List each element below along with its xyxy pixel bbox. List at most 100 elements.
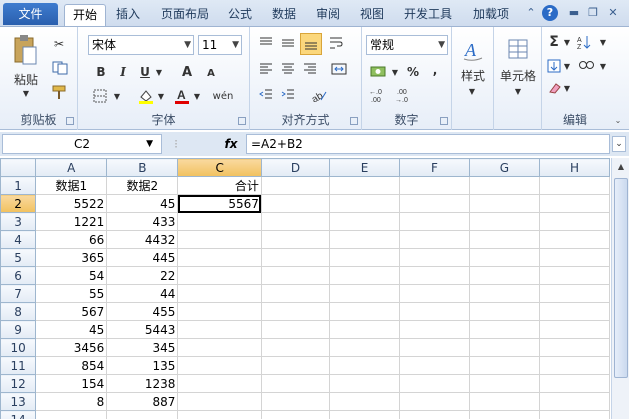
borders-icon[interactable]	[90, 87, 110, 105]
cell-f3[interactable]	[398, 212, 470, 231]
clear-icon[interactable]	[546, 79, 562, 97]
clear-dropdown-icon[interactable]: ▼	[562, 79, 572, 97]
cell-b7[interactable]: 44	[106, 284, 179, 303]
help-icon[interactable]: ?	[542, 5, 558, 21]
cell-h9[interactable]	[538, 320, 610, 339]
cell-f10[interactable]	[398, 338, 470, 357]
cell-f7[interactable]	[398, 284, 470, 303]
format-painter-icon[interactable]	[50, 83, 68, 101]
cell-e13[interactable]	[329, 392, 400, 411]
row-header[interactable]: 12	[0, 374, 37, 393]
cell-f9[interactable]	[398, 320, 470, 339]
expand-formula-bar-icon[interactable]: ⌄	[612, 136, 626, 152]
cell-g11[interactable]	[468, 356, 540, 375]
fill-color-dropdown-icon[interactable]: ▼	[156, 87, 166, 105]
font-color-dropdown-icon[interactable]: ▼	[192, 87, 202, 105]
cell-d14[interactable]	[260, 410, 331, 419]
align-left-icon[interactable]	[256, 59, 276, 79]
cell-h7[interactable]	[538, 284, 610, 303]
cell-h13[interactable]	[538, 392, 610, 411]
shrink-font-button[interactable]: A	[202, 65, 220, 81]
tab-data[interactable]: 数据	[266, 4, 302, 26]
cell-a1[interactable]: 数据1	[35, 176, 108, 195]
grow-font-button[interactable]: A	[178, 63, 196, 81]
cell-c7[interactable]	[177, 284, 262, 303]
find-dropdown-icon[interactable]: ▼	[598, 57, 608, 75]
row-header[interactable]: 1	[0, 176, 37, 195]
cell-b11[interactable]: 135	[106, 356, 179, 375]
cell-g5[interactable]	[468, 248, 540, 267]
cell-d13[interactable]	[260, 392, 331, 411]
row-header[interactable]: 8	[0, 302, 37, 321]
window-close-icon[interactable]: ✕	[605, 5, 621, 21]
cell-c6[interactable]	[177, 266, 262, 285]
row-header[interactable]: 4	[0, 230, 37, 249]
cell-b4[interactable]: 4432	[106, 230, 179, 249]
cell-e7[interactable]	[329, 284, 400, 303]
paste-button[interactable]: 粘贴	[8, 71, 44, 87]
sort-filter-icon[interactable]: AZ	[576, 33, 598, 51]
cell-a10[interactable]: 3456	[35, 338, 108, 357]
ribbon-collapse-icon[interactable]: ⌄	[611, 113, 625, 127]
tab-review[interactable]: 审阅	[310, 4, 346, 26]
cell-e5[interactable]	[329, 248, 400, 267]
tab-file[interactable]: 文件	[3, 3, 58, 25]
decrease-decimal-icon[interactable]: .00 →.0	[394, 85, 418, 105]
column-header-g[interactable]: G	[468, 158, 540, 177]
cell-g6[interactable]	[468, 266, 540, 285]
cell-g8[interactable]	[468, 302, 540, 321]
cell-f11[interactable]	[398, 356, 470, 375]
tab-insert[interactable]: 插入	[110, 4, 146, 26]
cell-c1[interactable]: 合计	[177, 176, 262, 195]
cell-f6[interactable]	[398, 266, 470, 285]
column-header-c[interactable]: C	[177, 158, 262, 177]
cell-a8[interactable]: 567	[35, 302, 108, 321]
tab-home[interactable]: 开始	[64, 4, 106, 26]
cell-a5[interactable]: 365	[35, 248, 108, 267]
insert-function-button[interactable]: fx	[216, 134, 246, 154]
cell-c11[interactable]	[177, 356, 262, 375]
styles-button[interactable]: 样式	[454, 67, 492, 83]
sort-dropdown-icon[interactable]: ▼	[598, 33, 608, 51]
row-header[interactable]: 7	[0, 284, 37, 303]
cell-b12[interactable]: 1238	[106, 374, 179, 393]
autosum-dropdown-icon[interactable]: ▼	[562, 33, 572, 51]
cell-e9[interactable]	[329, 320, 400, 339]
cell-e2[interactable]	[329, 194, 400, 213]
cell-g1[interactable]	[468, 176, 540, 195]
cell-b14[interactable]	[106, 410, 179, 419]
cell-d2[interactable]	[260, 194, 331, 213]
orientation-icon[interactable]: ab	[306, 85, 332, 105]
cell-h10[interactable]	[538, 338, 610, 357]
tab-view[interactable]: 视图	[354, 4, 390, 26]
cell-h12[interactable]	[538, 374, 610, 393]
cell-e6[interactable]	[329, 266, 400, 285]
cell-h1[interactable]	[538, 176, 610, 195]
column-header-b[interactable]: B	[106, 158, 179, 177]
cell-c10[interactable]	[177, 338, 262, 357]
cell-g12[interactable]	[468, 374, 540, 393]
italic-button[interactable]: I	[114, 63, 132, 81]
formula-input[interactable]: =A2+B2	[246, 134, 610, 154]
cell-d7[interactable]	[260, 284, 331, 303]
phonetic-button[interactable]: wén	[210, 87, 236, 105]
cell-g13[interactable]	[468, 392, 540, 411]
cell-b9[interactable]: 5443	[106, 320, 179, 339]
merge-center-icon[interactable]	[326, 59, 352, 79]
cell-a9[interactable]: 45	[35, 320, 108, 339]
cell-b8[interactable]: 455	[106, 302, 179, 321]
cell-h6[interactable]	[538, 266, 610, 285]
cell-g4[interactable]	[468, 230, 540, 249]
cell-c3[interactable]	[177, 212, 262, 231]
cell-f8[interactable]	[398, 302, 470, 321]
cell-c5[interactable]	[177, 248, 262, 267]
underline-dropdown-icon[interactable]: ▼	[154, 63, 164, 81]
cell-d8[interactable]	[260, 302, 331, 321]
cell-c2[interactable]: 5567	[177, 194, 262, 213]
cell-h11[interactable]	[538, 356, 610, 375]
cell-g9[interactable]	[468, 320, 540, 339]
scrollbar-thumb[interactable]	[614, 178, 628, 378]
cell-a12[interactable]: 154	[35, 374, 108, 393]
cell-b1[interactable]: 数据2	[106, 176, 179, 195]
paste-icon[interactable]	[10, 31, 40, 71]
